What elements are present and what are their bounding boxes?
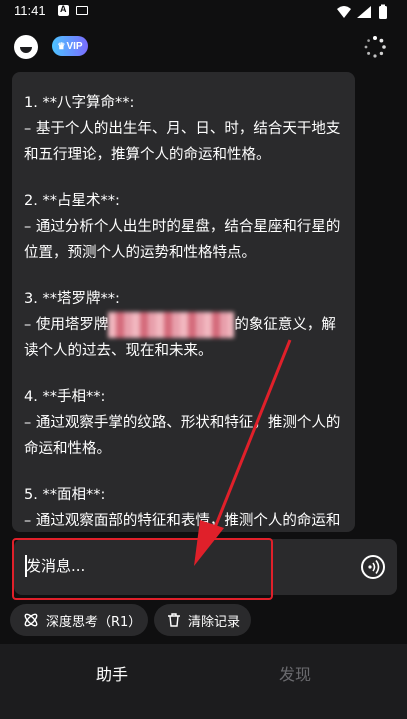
list-item: 2. **占星术**: – 通过分析个人出生时的星盘，结合星座和行星的位置，预测… [24, 188, 344, 266]
voice-input-icon[interactable] [361, 555, 385, 579]
list-item-body: – 通过分析个人出生时的星盘，结合星座和行星的位置，预测个人的运势和性格特点。 [24, 219, 341, 261]
status-time: 11:41 [14, 3, 46, 18]
wifi-icon [337, 6, 351, 18]
vip-badge[interactable]: ♛ VIP [52, 36, 88, 56]
tab-assistant[interactable]: 助手 [96, 661, 128, 685]
status-bar: 11:41 A [0, 0, 407, 24]
list-item-title: 1. **八字算命**: [24, 95, 135, 111]
app-logo-icon[interactable] [14, 35, 38, 59]
list-item-body: – 使用塔罗牌 的象征意义，解读个人的过去、现在和未来。 [24, 312, 344, 364]
battery-icon [379, 6, 387, 19]
screenshot-notification-icon [76, 6, 88, 15]
tab-discover[interactable]: 发现 [279, 661, 311, 685]
deep-think-button[interactable]: 深度思考（R1） [10, 604, 148, 636]
list-item-body: – 通过观察手掌的纹路、形状和特征，推测个人的命运和性格。 [24, 415, 341, 457]
list-item-title: 2. **占星术**: [24, 193, 120, 209]
trash-icon [168, 613, 180, 627]
list-item-title: 3. **塔罗牌**: [24, 291, 120, 307]
atom-icon [24, 613, 38, 627]
notification-icon: A [58, 4, 69, 16]
input-highlight-box [12, 538, 273, 600]
loading-spinner-icon[interactable] [363, 35, 387, 59]
bottom-navigation: 助手 发现 [0, 644, 407, 719]
assistant-message-bubble: 1. **八字算命**: – 基于个人的出生年、月、日、时，结合天干地支和五行理… [12, 72, 355, 555]
list-item-title: 4. **手相**: [24, 389, 106, 405]
signal-icon [357, 6, 371, 18]
clear-records-button[interactable]: 清除记录 [154, 604, 251, 636]
vip-label: VIP [66, 40, 83, 52]
crown-icon: ♛ [57, 40, 66, 51]
list-item: 3. **塔罗牌**: – 使用塔罗牌 的象征意义，解读个人的过去、现在和未来。 [24, 286, 344, 364]
list-item-body-start: – 使用塔罗牌 [24, 317, 109, 333]
list-item-body: – 基于个人的出生年、月、日、时，结合天干地支和五行理论，推算个人的命运和性格。 [24, 121, 341, 163]
status-indicators [337, 4, 387, 19]
assistant-message-text: 1. **八字算命**: – 基于个人的出生年、月、日、时，结合天干地支和五行理… [24, 90, 344, 580]
list-item-title: 5. **面相**: [24, 487, 106, 503]
list-item: 4. **手相**: – 通过观察手掌的纹路、形状和特征，推测个人的命运和性格。 [24, 384, 344, 462]
redacted-text [108, 312, 235, 338]
list-item: 1. **八字算命**: – 基于个人的出生年、月、日、时，结合天干地支和五行理… [24, 90, 344, 168]
app-header: ♛ VIP [0, 24, 407, 70]
deep-think-label: 深度思考（R1） [46, 614, 142, 630]
notification-letter: A [60, 4, 67, 14]
clear-records-label: 清除记录 [188, 614, 241, 630]
